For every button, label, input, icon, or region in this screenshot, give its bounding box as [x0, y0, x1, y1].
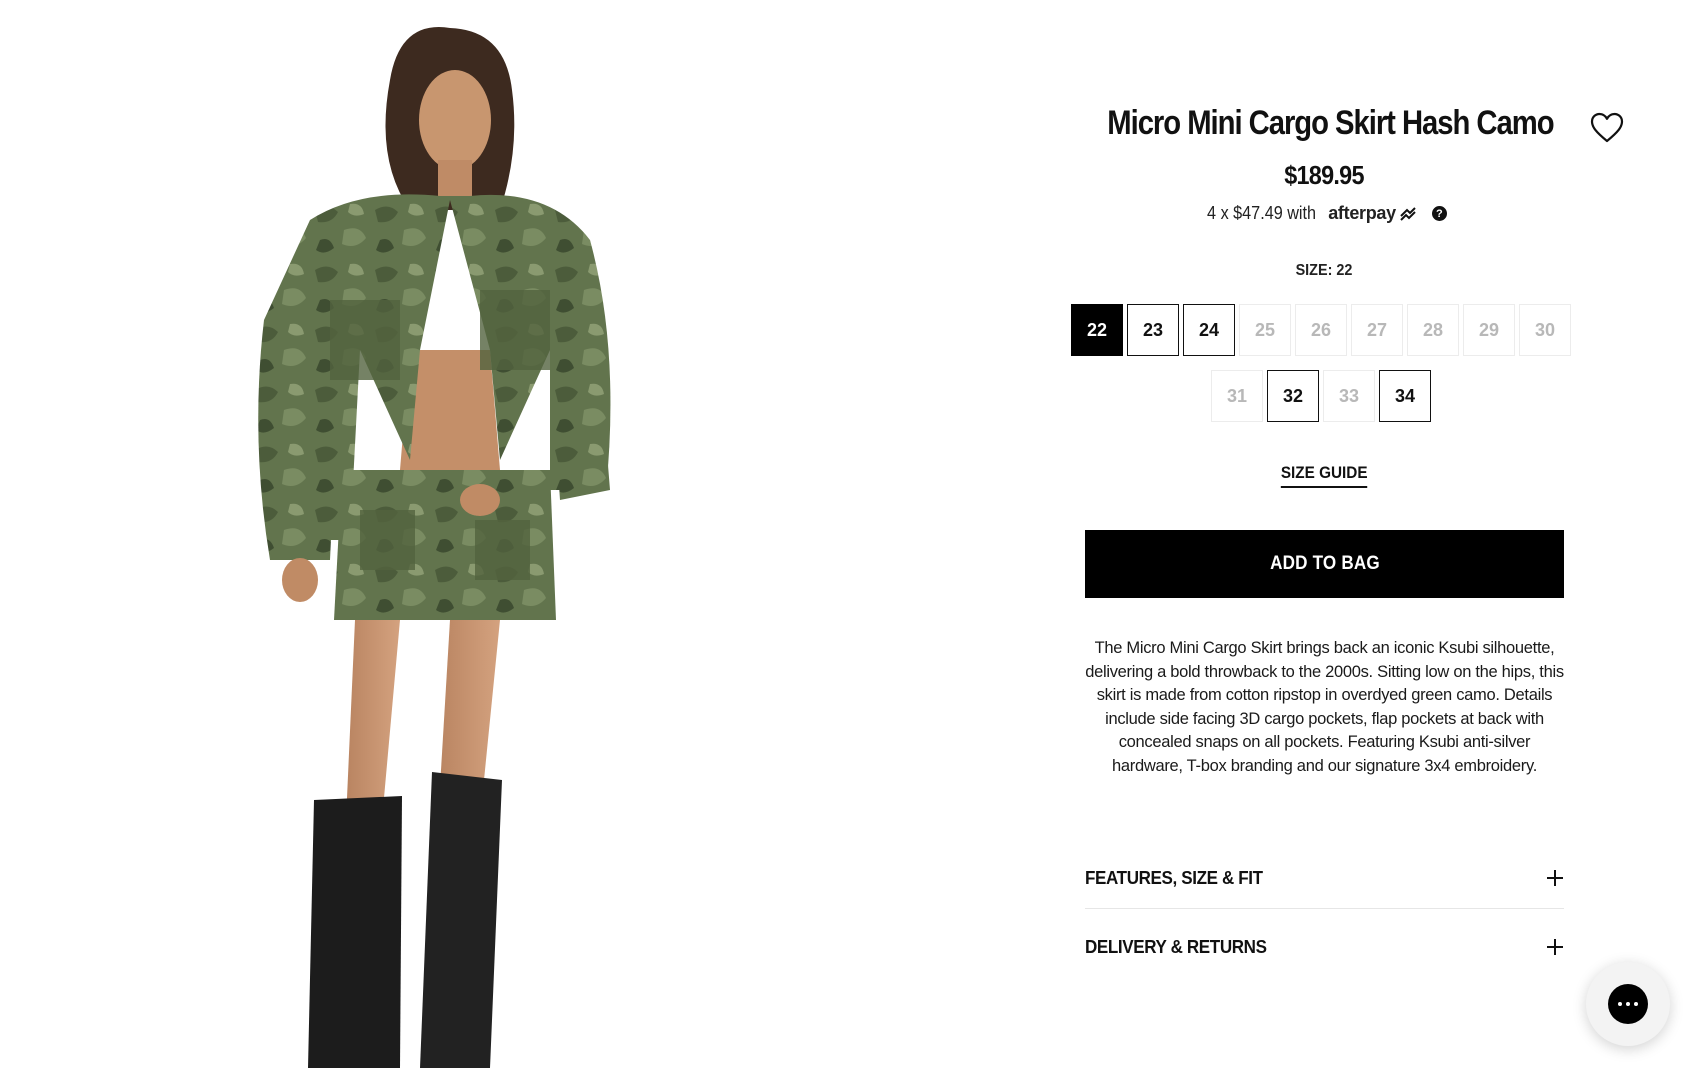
size-option-34[interactable]: 34 — [1379, 370, 1431, 422]
accordion-label: FEATURES, SIZE & FIT — [1085, 867, 1263, 888]
size-guide: SIZE GUIDE — [1072, 463, 1576, 488]
product-gallery — [0, 0, 1000, 1068]
afterpay-logo[interactable]: afterpay — [1328, 203, 1418, 224]
chat-icon — [1608, 984, 1648, 1024]
size-option-23[interactable]: 23 — [1127, 304, 1179, 356]
size-option-22[interactable]: 22 — [1071, 304, 1123, 356]
afterpay-installments: 4 x $47.49 with afterpay ? — [1072, 203, 1576, 224]
size-option-29[interactable]: 29 — [1463, 304, 1515, 356]
product-image[interactable] — [250, 20, 710, 1068]
size-option-33[interactable]: 33 — [1323, 370, 1375, 422]
accordion-delivery-returns[interactable]: DELIVERY & RETURNS — [1085, 922, 1564, 972]
size-guide-link[interactable]: SIZE GUIDE — [1280, 463, 1368, 488]
wishlist-button[interactable] — [1590, 112, 1628, 148]
size-label: SIZE: 22 — [1295, 262, 1353, 279]
size-option-28[interactable]: 28 — [1407, 304, 1459, 356]
size-option-30[interactable]: 30 — [1519, 304, 1571, 356]
accordion-features-size-fit[interactable]: FEATURES, SIZE & FIT — [1085, 848, 1564, 909]
afterpay-brand: afterpay — [1328, 203, 1396, 223]
heart-icon — [1590, 112, 1624, 143]
afterpay-arrows-icon — [1400, 206, 1416, 221]
product-page: Micro Mini Cargo Skirt Hash Camo $189.95… — [0, 0, 1704, 1068]
size-option-24[interactable]: 24 — [1183, 304, 1235, 356]
size-option-31[interactable]: 31 — [1211, 370, 1263, 422]
plus-icon — [1546, 938, 1564, 956]
chat-button[interactable] — [1586, 962, 1670, 1046]
product-description: The Micro Mini Cargo Skirt brings back a… — [1085, 639, 1564, 775]
product-title: Micro Mini Cargo Skirt Hash Camo — [1107, 104, 1554, 142]
size-option-27[interactable]: 27 — [1351, 304, 1403, 356]
size-option-26[interactable]: 26 — [1295, 304, 1347, 356]
add-to-bag-label: ADD TO BAG — [1269, 553, 1380, 574]
size-option-25[interactable]: 25 — [1239, 304, 1291, 356]
size-options-row-1: 22 23 24 25 26 27 28 29 30 — [1071, 304, 1571, 356]
plus-icon — [1546, 869, 1564, 887]
help-icon[interactable]: ? — [1431, 206, 1447, 221]
add-to-bag-button[interactable]: ADD TO BAG — [1085, 530, 1564, 598]
installments-text: 4 x $47.49 with — [1207, 203, 1317, 223]
product-price: $189.95 — [1284, 160, 1364, 190]
size-option-32[interactable]: 32 — [1267, 370, 1319, 422]
accordion-label: DELIVERY & RETURNS — [1085, 936, 1267, 957]
size-options-row-2: 31 32 33 34 — [1211, 370, 1431, 422]
